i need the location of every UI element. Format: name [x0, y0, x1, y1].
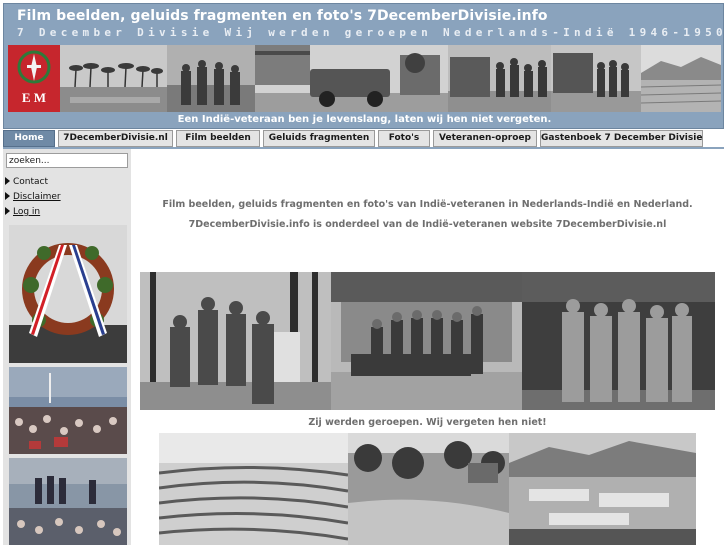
- arrow-right-icon: [5, 192, 10, 200]
- site-header: Film beelden, geluids fragmenten en foto…: [3, 3, 724, 129]
- sidebar-photo-veterans-parade: [9, 458, 127, 545]
- intro-line-1: Film beelden, geluids fragmenten en foto…: [162, 199, 693, 210]
- banner-photo-vehicle-group: [551, 45, 641, 112]
- header-banner: E M: [8, 45, 721, 112]
- main-content: Film beelden, geluids fragmenten en foto…: [131, 149, 724, 545]
- sidebar-link-contact[interactable]: Contact: [5, 177, 48, 187]
- division-logo[interactable]: E M: [8, 45, 60, 112]
- tab-veteranen-oproep[interactable]: Veteranen-oproep: [433, 130, 537, 147]
- photo-sawah-fields: [509, 433, 696, 545]
- photo-group-barracks: [331, 272, 522, 410]
- site-title: Film beelden, geluids fragmenten en foto…: [17, 8, 548, 24]
- arrow-right-icon: [5, 207, 10, 215]
- arrow-right-icon: [5, 177, 10, 185]
- sidebar-link-login[interactable]: Log in: [5, 207, 40, 217]
- sidebar-link-disclaimer[interactable]: Disclaimer: [5, 192, 61, 202]
- tab-gastenboek[interactable]: Gastenboek 7 December Divisie: [540, 130, 703, 147]
- intro-line-2: 7DecemberDivisie.info is onderdeel van d…: [188, 219, 667, 230]
- photos-caption: Zij werden geroepen. Wij vergeten hen ni…: [308, 417, 547, 428]
- main-nav: Home 7DecemberDivisie.nl Film beelden Ge…: [3, 130, 724, 148]
- search-input[interactable]: [6, 153, 128, 168]
- photo-soldiers-monument: [140, 272, 331, 410]
- photo-soldiers-lineup: [522, 272, 715, 410]
- tab-home[interactable]: Home: [3, 130, 55, 147]
- sidebar: Contact Disclaimer Log in: [3, 149, 131, 545]
- photo-river-village: [348, 433, 509, 545]
- tab-geluids-fragmenten[interactable]: Geluids fragmenten: [263, 130, 375, 147]
- sidebar-photo-ceremony-crowd: [9, 367, 127, 454]
- banner-photo-jeep: [255, 45, 448, 112]
- tab-film-beelden[interactable]: Film beelden: [176, 130, 260, 147]
- banner-photo-soldiers: [167, 45, 255, 112]
- svg-text:E M: E M: [22, 90, 46, 105]
- photo-rice-terraces: [159, 433, 348, 545]
- tab-7decemberdivisie-nl[interactable]: 7DecemberDivisie.nl: [58, 130, 173, 147]
- header-tagline: Een Indië-veteraan ben je levenslang, la…: [177, 114, 552, 125]
- sidebar-photo-wreath: [9, 225, 127, 363]
- site-subtitle: 7 December Divisie Wij werden geroepen N…: [17, 26, 727, 39]
- banner-photo-palms: [60, 45, 167, 112]
- banner-photo-landscape: [641, 45, 721, 112]
- banner-photo-truck: [448, 45, 551, 112]
- tab-fotos[interactable]: Foto's: [378, 130, 430, 147]
